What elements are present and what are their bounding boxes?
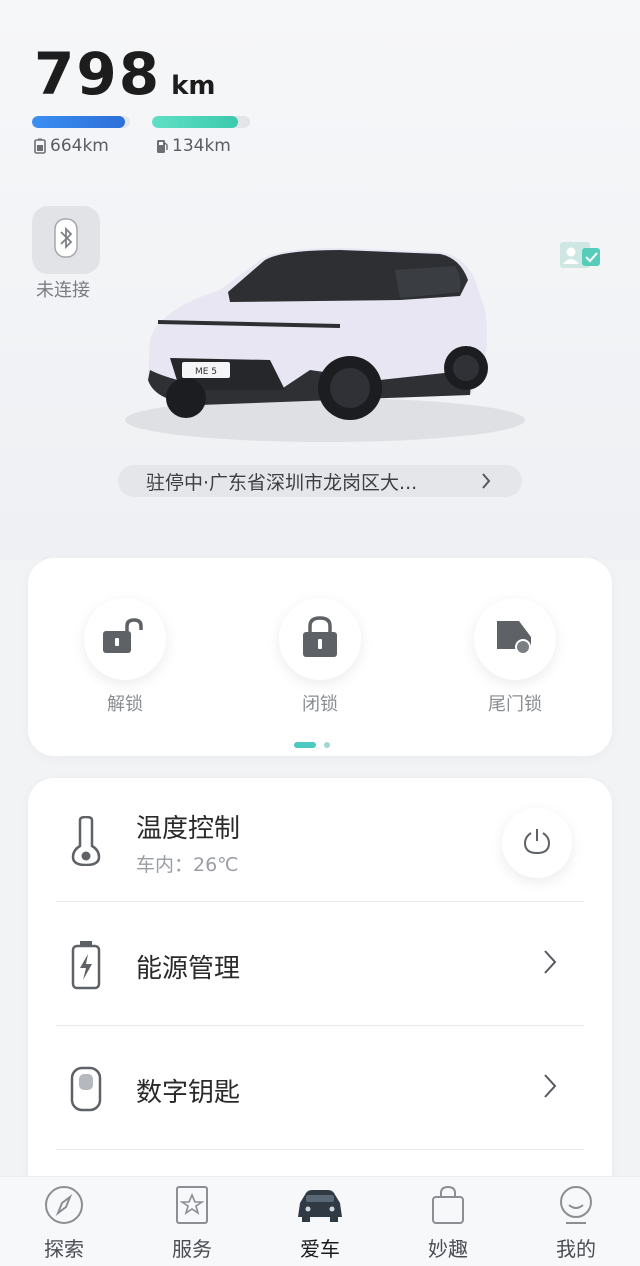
energy-management-row[interactable]: 能源管理: [28, 902, 612, 1026]
unlock-button[interactable]: [84, 598, 166, 680]
ev-range-bar-fill: [32, 116, 126, 128]
fuel-range-bar: [152, 116, 250, 128]
fuel-pump-icon: [156, 138, 168, 154]
unlock-control[interactable]: 解锁: [75, 598, 175, 716]
battery-icon: [34, 138, 46, 154]
divider: [56, 1149, 584, 1150]
ev-range-bar: [32, 116, 130, 128]
ev-range: 664km: [34, 136, 109, 156]
key-fob-icon: [68, 1064, 104, 1114]
star-bookmark-icon: [142, 1183, 242, 1227]
energy-title: 能源管理: [136, 954, 241, 984]
chevron-right-icon: [542, 948, 558, 980]
temperature-title: 温度控制: [136, 814, 241, 844]
total-range: 798 km: [34, 40, 215, 108]
vehicle-menu-card: 温度控制 车内：26℃ 能源管理 数字钥匙: [28, 778, 612, 1198]
unlock-icon: [101, 617, 149, 661]
tailgate-label: 尾门锁: [488, 694, 542, 715]
location-pill[interactable]: 驻停中·广东省深圳市龙岗区大...: [118, 465, 522, 497]
page-dot: [324, 742, 330, 748]
chevron-right-icon: [480, 471, 492, 496]
identity-verified-icon[interactable]: [560, 242, 602, 270]
nav-service[interactable]: 服务: [142, 1183, 242, 1262]
climate-power-button[interactable]: [502, 808, 572, 878]
quick-controls-card: 解锁 闭锁 尾门锁: [28, 558, 612, 756]
tailgate-control[interactable]: 尾门锁: [465, 598, 565, 716]
fuel-range-value: 134km: [172, 136, 231, 156]
digital-key-row[interactable]: 数字钥匙: [28, 1026, 612, 1150]
nav-profile-label: 我的: [556, 1237, 596, 1261]
total-range-value: 798: [34, 40, 162, 108]
nav-car[interactable]: 爱车: [270, 1183, 370, 1262]
bluetooth-icon: [52, 218, 80, 262]
nav-explore-label: 探索: [44, 1237, 84, 1261]
thermometer-icon: [68, 815, 104, 867]
battery-charge-icon: [68, 940, 104, 990]
shopping-bag-icon: [398, 1183, 498, 1227]
fuel-range: 134km: [156, 136, 231, 156]
nav-fun[interactable]: 妙趣: [398, 1183, 498, 1262]
chevron-right-icon: [542, 1072, 558, 1104]
bottom-navigation: 探索 服务 爱车 妙趣 我的: [0, 1176, 640, 1266]
unlock-label: 解锁: [107, 694, 143, 715]
power-icon: [523, 827, 551, 859]
location-text: 驻停中·广东省深圳市龙岗区大...: [146, 471, 418, 494]
temperature-subtitle: 车内：26℃: [136, 854, 239, 876]
nav-service-label: 服务: [172, 1237, 212, 1261]
page-dot-active: [294, 742, 316, 748]
bluetooth-status: 未连接: [36, 280, 90, 301]
ev-range-value: 664km: [50, 136, 109, 156]
car-icon: [270, 1183, 370, 1227]
license-plate-text: ME 5: [195, 367, 217, 377]
page-indicator: [294, 742, 330, 748]
nav-car-label: 爱车: [300, 1237, 340, 1261]
total-range-unit: km: [171, 71, 216, 101]
car-image: ME 5: [125, 248, 525, 442]
nav-fun-label: 妙趣: [428, 1237, 468, 1261]
lock-icon: [300, 615, 340, 663]
tailgate-button[interactable]: [474, 598, 556, 680]
profile-icon: [526, 1183, 626, 1227]
bluetooth-key-button[interactable]: [32, 206, 100, 274]
nav-explore[interactable]: 探索: [14, 1183, 114, 1262]
lock-button[interactable]: [279, 598, 361, 680]
nav-profile[interactable]: 我的: [526, 1183, 626, 1262]
digital-key-title: 数字钥匙: [136, 1078, 241, 1108]
lock-label: 闭锁: [302, 694, 338, 715]
compass-icon: [14, 1183, 114, 1227]
lock-control[interactable]: 闭锁: [270, 598, 370, 716]
tailgate-icon: [493, 617, 537, 661]
fuel-range-bar-fill: [152, 116, 239, 128]
temperature-control-row[interactable]: 温度控制 车内：26℃: [28, 778, 612, 902]
